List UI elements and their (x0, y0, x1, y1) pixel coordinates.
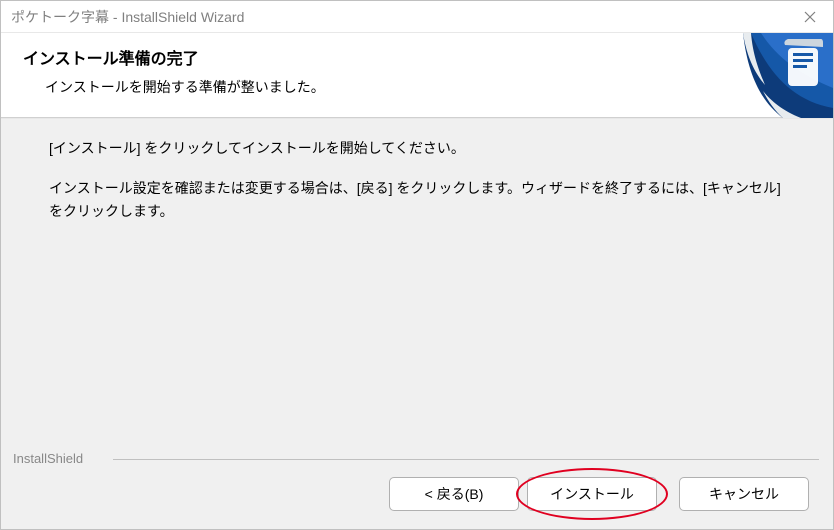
titlebar: ポケトーク字幕 - InstallShield Wizard (1, 1, 833, 33)
button-row: < 戻る(B) インストール キャンセル (389, 477, 809, 511)
installshield-logo-icon (713, 33, 833, 118)
wizard-header: インストール準備の完了 インストールを開始する準備が整いました。 (1, 33, 833, 118)
installer-window: ポケトーク字幕 - InstallShield Wizard インストール準備の… (0, 0, 834, 530)
back-button[interactable]: < 戻る(B) (389, 477, 519, 511)
wizard-content: [インストール] をクリックしてインストールを開始してください。 インストール設… (1, 118, 833, 451)
installshield-brand: InstallShield (13, 451, 83, 466)
wizard-footer: InstallShield < 戻る(B) インストール キャンセル (1, 451, 833, 529)
instruction-line-1: [インストール] をクリックしてインストールを開始してください。 (49, 137, 785, 159)
footer-separator (113, 459, 819, 460)
header-subtitle: インストールを開始する準備が整いました。 (23, 77, 811, 97)
window-title: ポケトーク字幕 - InstallShield Wizard (11, 7, 244, 27)
instruction-line-2: インストール設定を確認または変更する場合は、[戻る] をクリックします。ウィザー… (49, 177, 785, 222)
header-title: インストール準備の完了 (23, 45, 811, 69)
close-icon (804, 11, 816, 23)
header-graphic (713, 33, 833, 118)
install-button[interactable]: インストール (527, 477, 657, 511)
close-button[interactable] (787, 1, 833, 33)
cancel-button[interactable]: キャンセル (679, 477, 809, 511)
install-button-wrap: インストール (527, 477, 657, 511)
